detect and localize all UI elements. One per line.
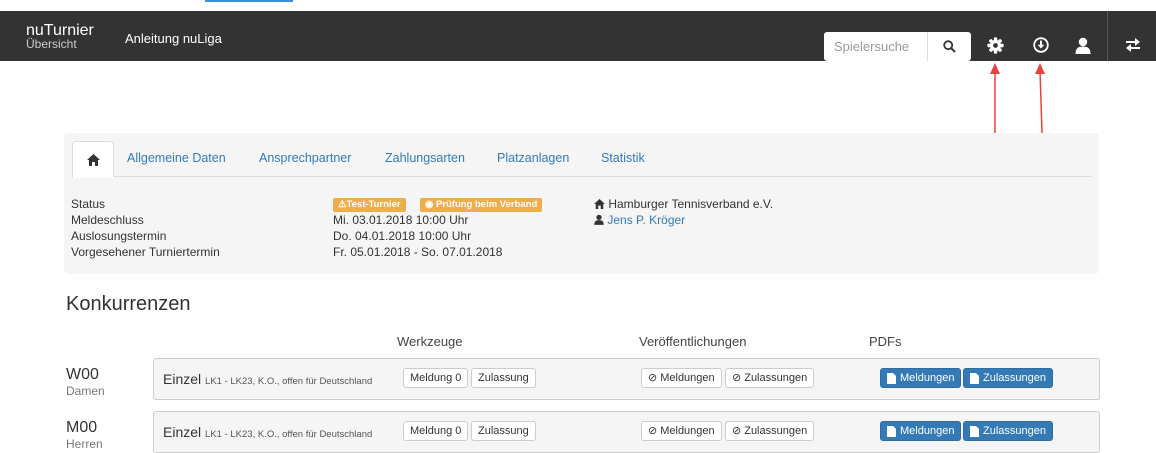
pdf-entries-label: Meldungen xyxy=(900,372,955,384)
arrow-head-settings xyxy=(990,63,1000,74)
entries-button[interactable]: Meldung 0 xyxy=(403,421,469,441)
competition-description: LK1 - LK23, K.O., offen für Deutschland xyxy=(205,376,373,387)
detail-values: Mi. 03.01.2018 10:00 Uhr Do. 04.01.2018 … xyxy=(333,212,502,260)
file-icon xyxy=(970,425,979,437)
publish-entries-button[interactable]: ⊘ Meldungen xyxy=(641,421,722,441)
tab-payment-methods[interactable]: Zahlungsarten xyxy=(385,151,465,165)
contact-link[interactable]: Jens P. Kröger xyxy=(607,213,685,227)
admission-button[interactable]: Zulassung xyxy=(471,368,536,388)
status-badge-review-label: Prüfung beim Verband xyxy=(435,199,538,210)
eye-slash-icon: ⊘ xyxy=(732,372,742,384)
pdf-admissions-button[interactable]: Zulassungen xyxy=(963,421,1053,441)
tab-statistics[interactable]: Statistik xyxy=(601,151,645,165)
label-tournament-date: Vorgesehener Turniertermin xyxy=(71,245,220,259)
entries-button[interactable]: Meldung 0 xyxy=(403,368,469,388)
home-icon xyxy=(86,153,100,166)
competition-label: W00 Damen xyxy=(66,366,105,398)
eye-slash-icon: ⊘ xyxy=(732,425,742,437)
file-icon xyxy=(970,372,979,384)
eye-slash-icon: ⊘ xyxy=(648,425,658,437)
pdf-entries-button[interactable]: Meldungen xyxy=(880,368,962,388)
competition-category: Herren xyxy=(66,437,103,451)
competition-type: Einzel xyxy=(163,371,202,387)
competition-description: LK1 - LK23, K.O., offen für Deutschland xyxy=(205,429,373,440)
status-badge-review: ◉ Prüfung beim Verband xyxy=(420,198,543,212)
file-icon xyxy=(887,372,896,384)
status-badge-test: ⚠Test-Turnier xyxy=(333,198,406,212)
pdf-admissions-button[interactable]: Zulassungen xyxy=(963,368,1053,388)
publish-entries-label: Meldungen xyxy=(660,425,715,437)
tab-general-data[interactable]: Allgemeine Daten xyxy=(127,151,226,165)
competition-label: M00 Herren xyxy=(66,419,103,451)
publish-admissions-button[interactable]: ⊘ Zulassungen xyxy=(725,421,815,441)
column-publications: Veröffentlichungen xyxy=(639,334,747,349)
eye-slash-icon: ⊘ xyxy=(648,372,658,384)
competition-title[interactable]: Einzel LK1 - LK23, K.O., offen für Deuts… xyxy=(163,424,372,440)
tab-courts[interactable]: Platzanlagen xyxy=(497,151,569,165)
publish-entries-label: Meldungen xyxy=(660,372,715,384)
competition-row: Einzel LK1 - LK23, K.O., offen für Deuts… xyxy=(153,358,1100,400)
warning-icon: ⚠ xyxy=(338,199,347,210)
tab-home[interactable] xyxy=(72,141,114,178)
competition-code: M00 xyxy=(66,419,98,436)
label-registration-deadline: Meldeschluss xyxy=(71,213,144,227)
contact: Jens P. Kröger xyxy=(594,212,773,228)
value-tournament-date: Fr. 05.01.2018 - So. 07.01.2018 xyxy=(333,245,503,259)
publish-entries-button[interactable]: ⊘ Meldungen xyxy=(641,368,722,388)
section-title: Konkurrenzen xyxy=(66,293,191,315)
arrow-head-download xyxy=(1035,63,1045,74)
detail-labels: Status Meldeschluss Auslosungstermin Vor… xyxy=(71,196,220,260)
tab-bar: Allgemeine Daten Ansprechpartner Zahlung… xyxy=(72,141,1092,178)
organization: Hamburger Tennisverband e.V. xyxy=(594,196,773,212)
value-draw-date: Do. 04.01.2018 10:00 Uhr xyxy=(333,229,472,243)
home-icon xyxy=(594,199,605,209)
status-badge-test-label: Test-Turnier xyxy=(346,199,401,210)
pdf-entries-label: Meldungen xyxy=(900,425,955,437)
organization-name: Hamburger Tennisverband e.V. xyxy=(608,197,774,211)
user-icon xyxy=(594,214,604,225)
pdf-admissions-label: Zulassungen xyxy=(983,425,1046,437)
tab-contacts[interactable]: Ansprechpartner xyxy=(259,151,351,165)
competition-category: Damen xyxy=(66,384,105,398)
publish-admissions-label: Zulassungen xyxy=(744,372,808,384)
competition-title[interactable]: Einzel LK1 - LK23, K.O., offen für Deuts… xyxy=(163,371,372,387)
label-status: Status xyxy=(71,197,106,211)
column-pdfs: PDFs xyxy=(869,334,902,349)
label-draw-date: Auslosungstermin xyxy=(71,229,167,243)
competition-type: Einzel xyxy=(163,424,202,440)
organizer-info: Hamburger Tennisverband e.V. Jens P. Krö… xyxy=(594,196,773,228)
column-tools: Werkzeuge xyxy=(397,334,463,349)
file-icon xyxy=(887,425,896,437)
publish-admissions-button[interactable]: ⊘ Zulassungen xyxy=(725,368,815,388)
pdf-admissions-label: Zulassungen xyxy=(983,372,1046,384)
competition-code: W00 xyxy=(66,366,99,383)
competition-row: Einzel LK1 - LK23, K.O., offen für Deuts… xyxy=(153,411,1100,453)
value-registration-deadline: Mi. 03.01.2018 10:00 Uhr xyxy=(333,213,469,227)
eye-icon: ◉ xyxy=(425,199,434,210)
admission-button[interactable]: Zulassung xyxy=(471,421,536,441)
publish-admissions-label: Zulassungen xyxy=(744,425,808,437)
pdf-entries-button[interactable]: Meldungen xyxy=(880,421,962,441)
